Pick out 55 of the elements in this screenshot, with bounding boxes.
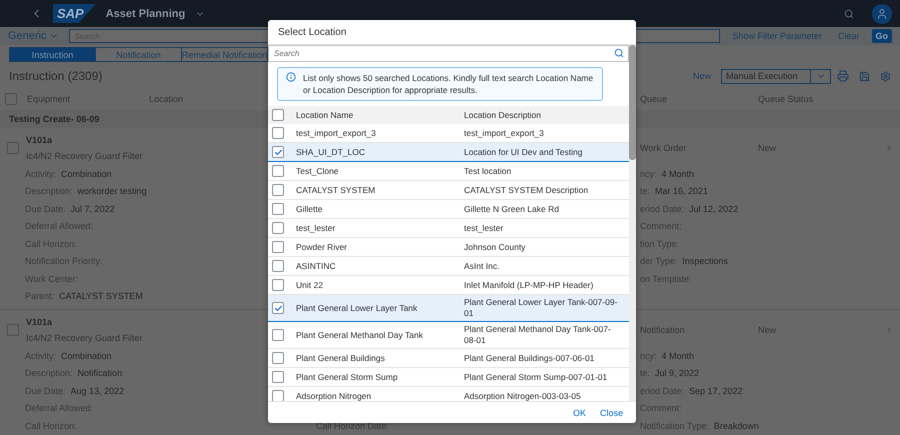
location-row[interactable]: Plant General Lower Layer Tank Plant General Lower Layer Tank-007-09-01 — [268, 295, 629, 322]
location-row[interactable]: Plant General Buildings Plant General Buildings-007-06-01 — [268, 349, 629, 368]
location-name: Plant General Buildings — [296, 352, 386, 364]
location-name: Unit 22 — [296, 280, 324, 290]
dialog-button[interactable]: OK — [568, 406, 591, 420]
location-row[interactable]: SHA_UI_DT_LOC Location for UI Dev and Testing — [268, 143, 629, 162]
location-description: Plant General Storm Sump-007-01-01 — [464, 372, 608, 382]
table-title: Instruction (2309) — [9, 69, 102, 83]
location-row[interactable]: Unit 22 Inlet Manifold (LP-MP-HP Header) — [268, 276, 629, 295]
location-row[interactable]: ASINTINC AsInt Inc. — [268, 257, 629, 276]
equipment-id: V101a — [26, 316, 54, 326]
location-description: Adsorption Nitrogen-003-03-05 — [464, 390, 582, 401]
location-description: Johnson County — [464, 242, 526, 252]
location-row[interactable]: Gillette Gillette N Green Lake Rd — [268, 200, 629, 219]
location-description: Inlet Manifold (LP-MP-HP Header) — [464, 280, 594, 290]
location-name: ASINTINC — [296, 260, 337, 272]
location-row[interactable]: test_lester test_lester — [268, 219, 629, 238]
dialog-title: Select Location — [278, 26, 346, 38]
search-field[interactable]: Search — [268, 45, 629, 62]
location-name: Plant General Methanol Day Tank — [296, 330, 424, 340]
location-name: Plant General Lower Layer Tank — [296, 302, 418, 314]
location-description: Test location — [464, 166, 512, 176]
location-description: test_lester — [464, 222, 504, 234]
location-row[interactable]: test_import_export_3 test_import_export_3 — [268, 124, 629, 143]
dialog-button[interactable]: Close — [594, 406, 628, 420]
location-description: Plant General Methanol Day Tank-007-08-01 — [464, 324, 612, 346]
location-description: test_import_export_3 — [464, 128, 545, 138]
location-description: Plant General Buildings-007-06-01 — [464, 352, 596, 364]
logo: SAP — [53, 4, 96, 23]
location-name: Plant General Storm Sump — [296, 372, 399, 382]
location-description: CATALYST SYSTEM Description — [464, 184, 590, 196]
location-description: Gillette N Green Lake Rd — [464, 204, 560, 214]
location-name: Gillette — [296, 204, 324, 214]
location-description: AsInt Inc. — [464, 260, 500, 272]
location-description: Plant General Lower Layer Tank-007-09-01 — [464, 297, 618, 319]
location-name: test_lester — [296, 222, 336, 234]
column-header: Location Description — [464, 110, 542, 120]
location-name: CATALYST SYSTEM — [296, 184, 376, 196]
app-title[interactable]: Asset Planning — [106, 8, 186, 20]
location-row[interactable]: Test_Clone Test location — [268, 162, 629, 181]
location-name: test_import_export_3 — [296, 128, 377, 138]
equipment-id: V101a — [26, 134, 54, 144]
location-name: Adsorption Nitrogen — [296, 390, 372, 401]
location-description: Location for UI Dev and Testing — [464, 146, 584, 158]
go-button[interactable]: Go — [872, 29, 892, 43]
column-header: Location Name — [296, 110, 354, 120]
info-text: List only shows 50 searched Locations. Kindly full text search Location Name or Location Description for appropriate results. — [303, 72, 594, 96]
location-row[interactable]: CATALYST SYSTEM CATALYST SYSTEM Description — [268, 181, 629, 200]
location-row[interactable]: Plant General Methanol Day Tank Plant General Methanol Day Tank-007-08-01 — [268, 322, 629, 349]
group-title: Testing Create- 06-09 — [9, 114, 100, 124]
location-name: Test_Clone — [296, 166, 340, 176]
location-row[interactable]: Plant General Storm Sump Plant General Storm Sump-007-01-01 — [268, 368, 629, 387]
location-name: Powder River — [296, 242, 348, 252]
location-row[interactable]: Powder River Johnson County — [268, 238, 629, 257]
location-name: SHA_UI_DT_LOC — [296, 146, 366, 158]
